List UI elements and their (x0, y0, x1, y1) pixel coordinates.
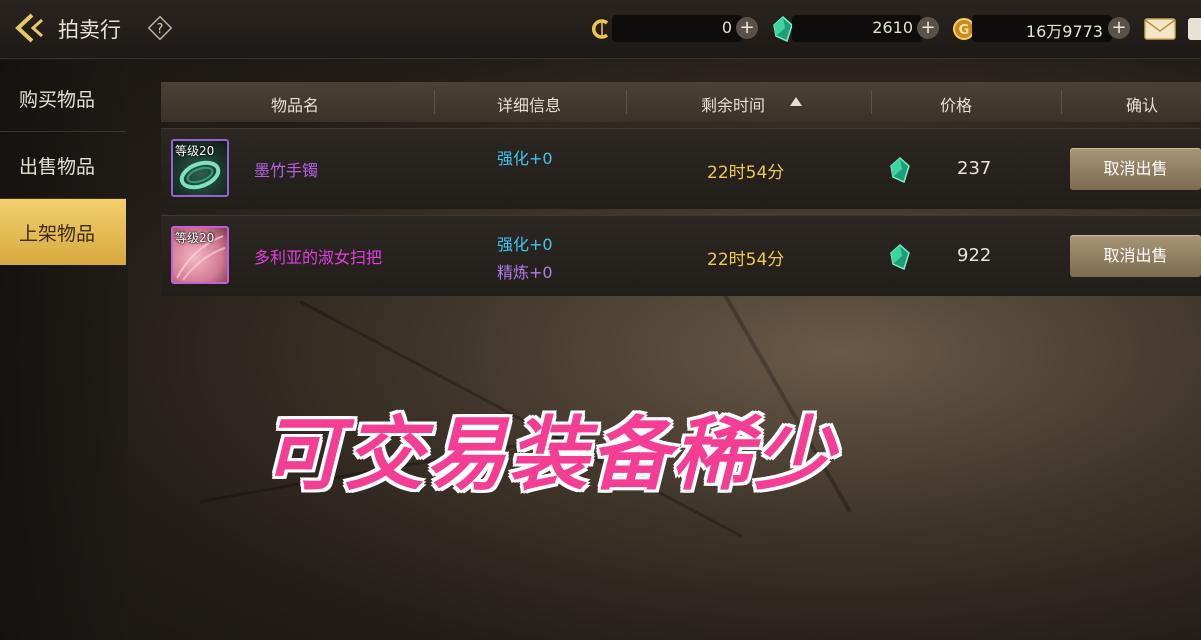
currency-c-add-button[interactable]: + (736, 17, 758, 39)
item-icon-bracelet[interactable]: 等级20 (171, 139, 229, 197)
table-row: 等级20 多利亚的淑女扫把 强化+0 精炼+0 22时54分 922 取消出售 (161, 215, 1201, 296)
sidebar-item-label: 购买物品 (19, 89, 96, 111)
green-gem-icon (890, 244, 910, 270)
cancel-sale-button[interactable]: 取消出售 (1070, 235, 1201, 277)
column-divider (626, 90, 627, 114)
item-detail-enhance: 强化+0 (497, 149, 553, 168)
cancel-sale-button[interactable]: 取消出售 (1070, 148, 1201, 190)
currency-c-value: 0 (721, 18, 732, 37)
time-remaining: 22时54分 (707, 250, 785, 270)
sidebar-item-label: 出售物品 (19, 156, 96, 178)
column-divider (871, 90, 872, 114)
sidebar: 购买物品 出售物品 上架物品 (0, 60, 128, 640)
item-name: 多利亚的淑女扫把 (254, 248, 383, 267)
sidebar-item-label: 上架物品 (19, 223, 96, 245)
currency-gem-add-button[interactable]: + (917, 17, 939, 39)
column-header-price[interactable]: 价格 (940, 92, 972, 116)
currency-gold-add-button[interactable]: + (1108, 17, 1130, 39)
sort-ascending-icon[interactable] (790, 97, 802, 106)
sidebar-item-listed[interactable]: 上架物品 (0, 199, 126, 265)
green-gem-icon (890, 157, 910, 183)
green-gem-icon (773, 16, 793, 42)
item-name: 墨竹手镯 (254, 161, 319, 180)
table-row: 等级20 墨竹手镯 强化+0 22时54分 237 取消出售 (161, 128, 1201, 209)
c-coin-icon (591, 19, 609, 39)
svg-text:?: ? (157, 22, 164, 37)
question-mark-icon[interactable]: ? (147, 15, 173, 41)
sidebar-item-sell[interactable]: 出售物品 (0, 132, 126, 199)
back-arrow-icon[interactable] (12, 12, 48, 44)
item-icon-broom[interactable]: 等级20 (171, 226, 229, 284)
time-remaining: 22时54分 (707, 163, 785, 183)
item-detail-refine: 精炼+0 (497, 263, 553, 282)
item-detail-enhance: 强化+0 (497, 235, 553, 254)
top-bar: 拍卖行 ? 0 + 2610 + G 16万9773 + (0, 0, 1201, 59)
item-price: 922 (957, 245, 992, 266)
column-divider (434, 90, 435, 114)
envelope-icon[interactable] (1144, 18, 1176, 40)
column-header-time[interactable]: 剩余时间 (701, 92, 765, 116)
table-header: 物品名 详细信息 剩余时间 价格 确认 (161, 82, 1201, 122)
svg-text:G: G (959, 23, 970, 38)
column-header-name[interactable]: 物品名 (271, 92, 319, 116)
item-level: 等级20 (175, 144, 215, 158)
column-header-confirm: 确认 (1126, 96, 1159, 115)
column-header-details[interactable]: 详细信息 (497, 92, 561, 116)
item-level: 等级20 (175, 231, 215, 245)
item-price: 237 (957, 158, 992, 179)
column-divider (1061, 90, 1062, 114)
currency-gold-value: 16万9773 (1025, 22, 1103, 41)
currency-gem-value: 2610 (872, 18, 913, 37)
page-title: 拍卖行 (58, 18, 121, 42)
overlay-caption: 可交易装备稀少 (262, 408, 836, 501)
menu-edge-icon[interactable] (1188, 18, 1201, 40)
sidebar-item-buy[interactable]: 购买物品 (0, 65, 126, 132)
